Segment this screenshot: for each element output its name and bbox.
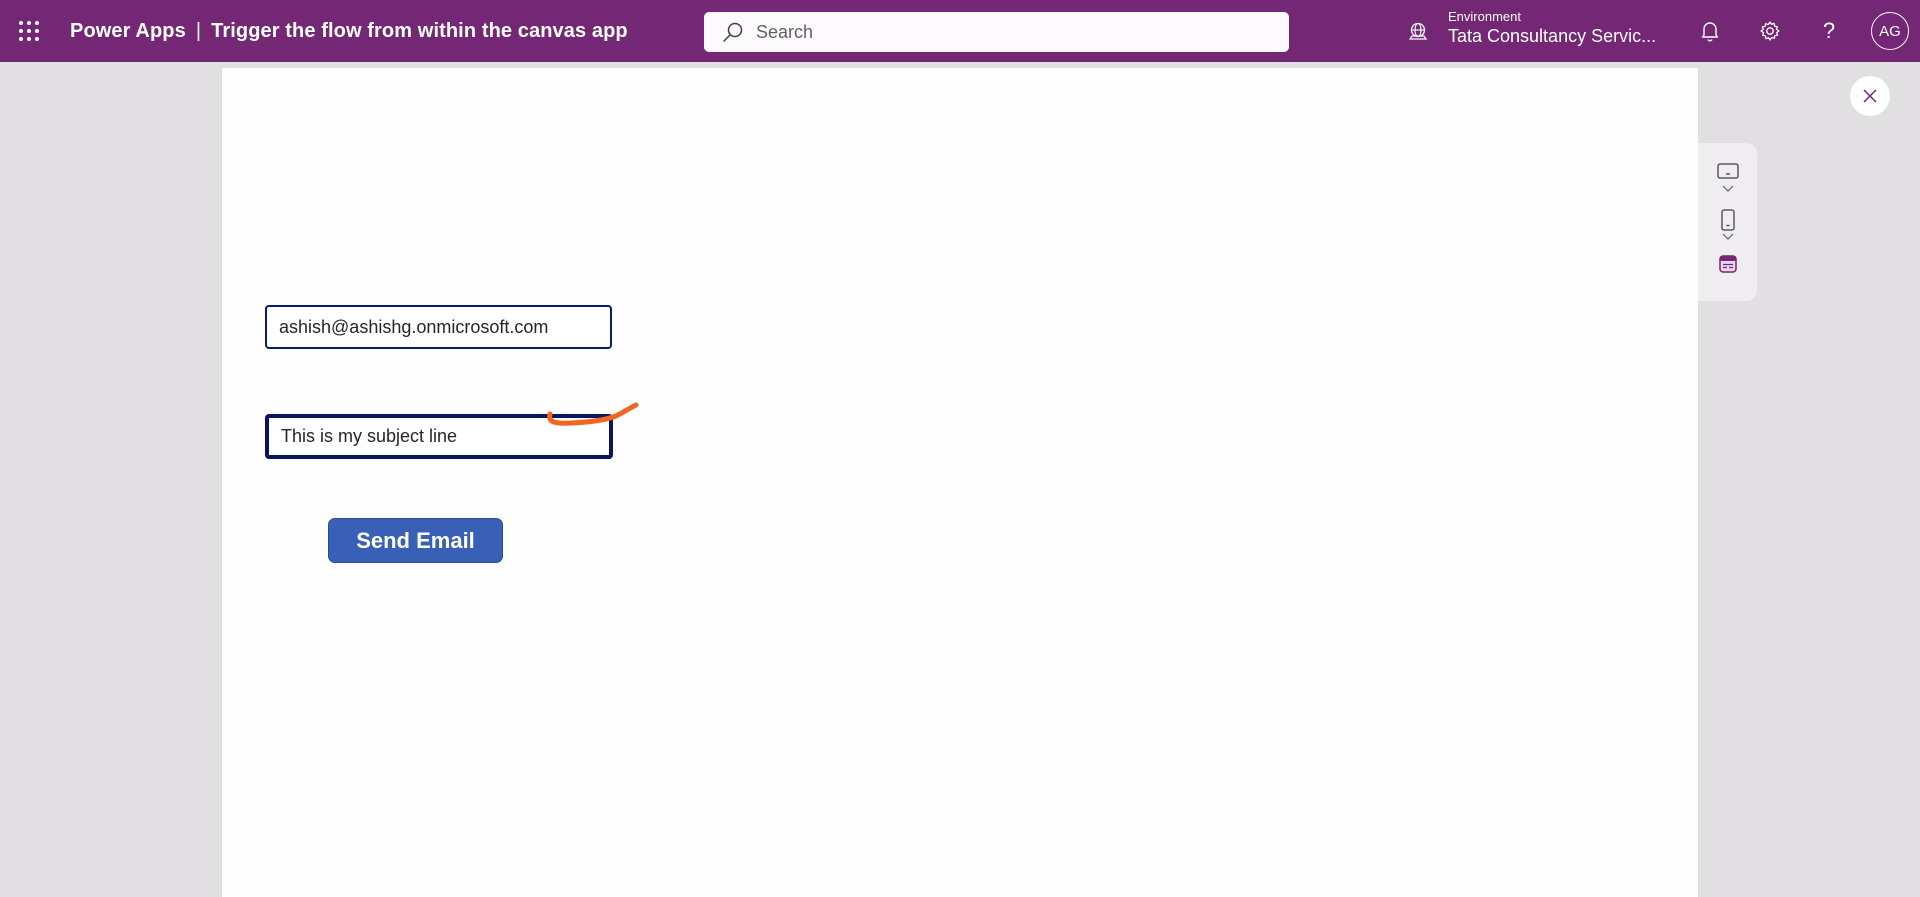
- chevron-down-icon: [1722, 233, 1734, 240]
- close-icon: [1863, 89, 1877, 103]
- search-box[interactable]: [704, 12, 1289, 52]
- gear-icon: [1760, 21, 1780, 41]
- close-preview-button[interactable]: [1850, 76, 1890, 116]
- waffle-icon[interactable]: [19, 21, 39, 41]
- app-canvas: Send Email: [222, 68, 1698, 897]
- app-name: Trigger the flow from within the canvas …: [211, 20, 628, 42]
- web-view-button[interactable]: [1716, 255, 1740, 273]
- tablet-icon: [1717, 163, 1739, 179]
- app-header-title: Power Apps | Trigger the flow from within …: [70, 20, 628, 43]
- send-email-button[interactable]: Send Email: [328, 518, 503, 563]
- top-header: Power Apps | Trigger the flow from within …: [0, 0, 1920, 62]
- settings-button[interactable]: [1757, 18, 1783, 44]
- bell-icon: [1701, 22, 1719, 42]
- email-field[interactable]: [265, 305, 612, 349]
- help-icon[interactable]: ?: [1816, 18, 1842, 44]
- user-avatar[interactable]: AG: [1871, 12, 1909, 50]
- device-preview-panel: [1698, 143, 1757, 301]
- environment-picker[interactable]: Environment Tata Consultancy Servic...: [1448, 9, 1656, 47]
- phone-options-button[interactable]: [1716, 233, 1740, 241]
- search-input[interactable]: [756, 21, 1236, 43]
- tablet-view-button[interactable]: [1716, 163, 1740, 179]
- phone-view-button[interactable]: [1716, 209, 1740, 231]
- title-separator: |: [195, 20, 202, 42]
- environment-icon: [1408, 22, 1428, 40]
- notifications-button[interactable]: [1697, 18, 1723, 44]
- chevron-down-icon: [1722, 185, 1734, 192]
- search-icon: [723, 22, 743, 42]
- pen-annotation: [547, 402, 639, 426]
- email-input[interactable]: [279, 316, 610, 338]
- environment-value: Tata Consultancy Servic...: [1448, 26, 1657, 46]
- environment-label: Environment: [1448, 9, 1521, 24]
- product-name[interactable]: Power Apps: [70, 20, 186, 42]
- tablet-options-button[interactable]: [1716, 185, 1740, 193]
- phone-icon: [1721, 209, 1735, 231]
- web-layout-icon: [1719, 255, 1737, 273]
